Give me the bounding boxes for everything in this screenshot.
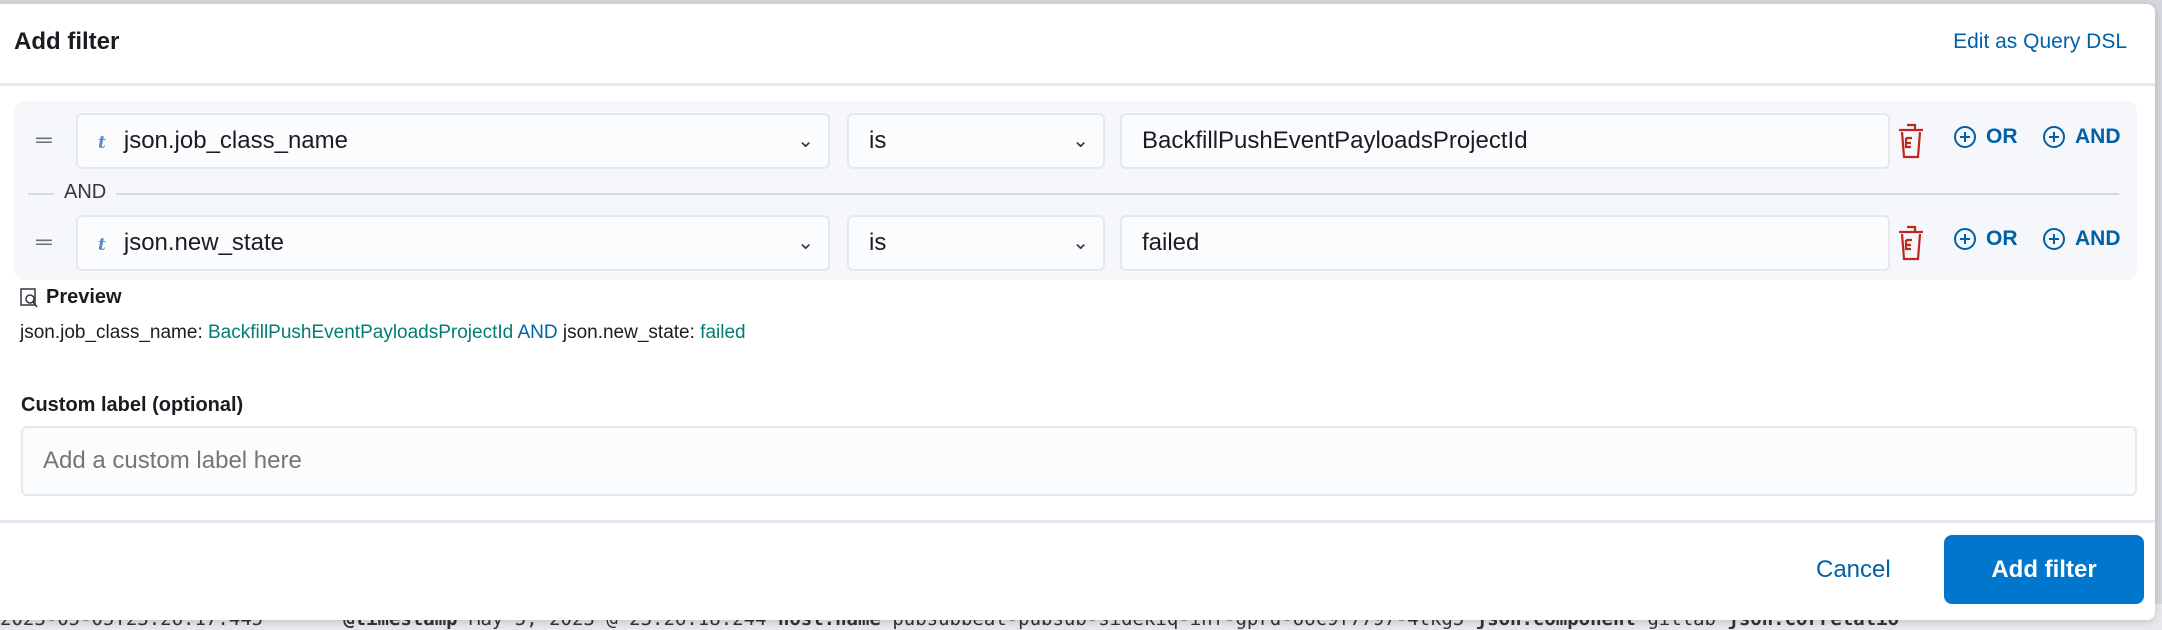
plus-circle-icon — [2043, 126, 2065, 148]
operator-value: is — [869, 229, 887, 256]
plus-circle-icon — [2043, 228, 2065, 250]
preview-operator: AND — [517, 322, 558, 343]
chevron-down-icon: ⌄ — [797, 130, 814, 152]
delete-trash-icon[interactable] — [1897, 225, 1925, 261]
add-or-button[interactable]: OR — [1954, 227, 2018, 251]
and-label: AND — [2075, 227, 2121, 250]
add-filter-modal: Add filter Edit as Query DSL ═ t json.job… — [0, 4, 2155, 620]
cancel-button[interactable]: Cancel — [1816, 556, 1891, 584]
preview-value: BackfillPushEventPayloadsProjectId — [208, 322, 514, 343]
filter-row: ═ t json.job_class_name ⌄ is ⌄ BackfillPush… — [14, 113, 2137, 169]
or-label: OR — [1986, 125, 2018, 148]
chevron-down-icon: ⌄ — [1072, 130, 1089, 152]
value-text: failed — [1142, 229, 1200, 256]
drag-handle-icon[interactable]: ═ — [36, 229, 52, 255]
field-select[interactable]: t json.new_state ⌄ — [76, 215, 830, 271]
preview-heading-text: Preview — [46, 286, 122, 308]
add-and-button[interactable]: AND — [2043, 125, 2121, 149]
edit-as-query-dsl-link[interactable]: Edit as Query DSL — [1953, 30, 2127, 54]
chevron-down-icon: ⌄ — [797, 232, 814, 254]
footer-divider — [0, 520, 2155, 523]
value-input[interactable]: failed — [1120, 215, 1890, 271]
custom-label-heading: Custom label (optional) — [21, 394, 244, 416]
and-divider-line — [28, 193, 2119, 195]
chevron-down-icon: ⌄ — [1072, 232, 1089, 254]
modal-title: Add filter — [14, 28, 120, 55]
drag-handle-icon[interactable]: ═ — [36, 127, 52, 153]
value-text: BackfillPushEventPayloadsProjectId — [1142, 127, 1528, 154]
or-label: OR — [1986, 227, 2018, 250]
field-select[interactable]: t json.job_class_name ⌄ — [76, 113, 830, 169]
field-value: json.new_state — [123, 229, 284, 256]
string-type-icon: t — [98, 133, 106, 153]
add-and-button[interactable]: AND — [2043, 227, 2121, 251]
preview-value: failed — [700, 322, 746, 343]
operator-value: is — [869, 127, 887, 154]
and-label: AND — [2075, 125, 2121, 148]
operator-select[interactable]: is ⌄ — [847, 215, 1105, 271]
preview-search-icon — [20, 287, 38, 307]
delete-trash-icon[interactable] — [1897, 123, 1925, 159]
preview-heading: Preview — [20, 286, 122, 309]
plus-circle-icon — [1954, 126, 1976, 148]
preview-query: json.job_class_name: BackfillPushEventPa… — [20, 322, 746, 344]
filter-group: ═ t json.job_class_name ⌄ is ⌄ BackfillPush… — [14, 101, 2137, 280]
string-type-icon: t — [98, 235, 106, 255]
and-divider-label: AND — [54, 181, 117, 204]
filter-row: ═ t json.new_state ⌄ is ⌄ failed OR AND — [14, 215, 2137, 271]
preview-field: json.new_state: — [562, 322, 695, 343]
add-or-button[interactable]: OR — [1954, 125, 2018, 149]
plus-circle-icon — [1954, 228, 1976, 250]
operator-select[interactable]: is ⌄ — [847, 113, 1105, 169]
preview-field: json.job_class_name: — [20, 322, 203, 343]
modal-header: Add filter Edit as Query DSL — [0, 4, 2155, 86]
field-value: json.job_class_name — [123, 127, 348, 154]
value-input[interactable]: BackfillPushEventPayloadsProjectId — [1120, 113, 1890, 169]
custom-label-input[interactable] — [21, 426, 2137, 496]
add-filter-button[interactable]: Add filter — [1944, 535, 2144, 604]
